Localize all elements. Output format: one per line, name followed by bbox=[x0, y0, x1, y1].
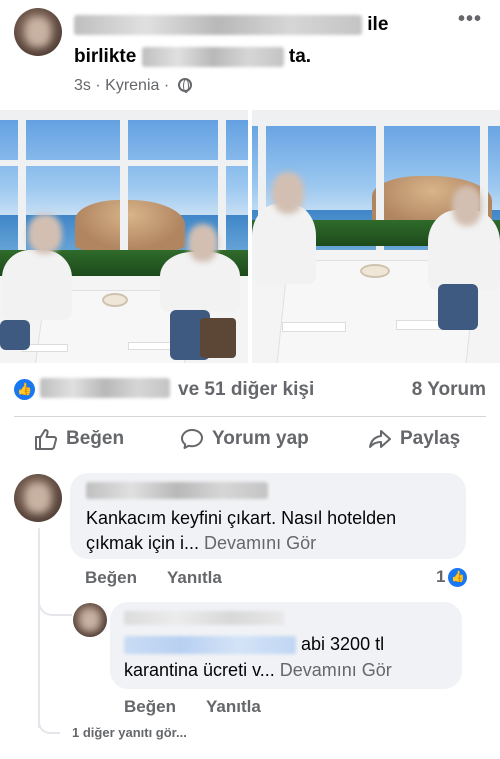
redacted-replier-name[interactable] bbox=[124, 611, 284, 625]
header-end: ta. bbox=[288, 46, 312, 67]
reply-line1: abi 3200 tl bbox=[301, 634, 385, 654]
photo-bag bbox=[200, 318, 236, 358]
post-photo-right[interactable] bbox=[252, 110, 500, 363]
header-ile: ile bbox=[367, 14, 389, 35]
photo-jeans bbox=[438, 284, 478, 330]
photo-person bbox=[2, 250, 72, 320]
share-button[interactable]: Paylaş bbox=[368, 428, 460, 450]
photo-frame bbox=[120, 110, 128, 250]
thread-connector bbox=[38, 714, 60, 734]
comment-label: Yorum yap bbox=[212, 428, 309, 449]
photo-person bbox=[252, 204, 316, 284]
comment-button[interactable]: Yorum yap bbox=[180, 428, 309, 450]
meta-separator: · bbox=[95, 77, 101, 94]
share-label: Paylaş bbox=[400, 428, 461, 449]
reply-reply-button[interactable]: Yanıtla bbox=[206, 697, 261, 717]
comment-reply-button[interactable]: Yanıtla bbox=[167, 568, 222, 588]
see-more-link[interactable]: Devamını Gör bbox=[280, 660, 392, 680]
post-photo-left[interactable] bbox=[0, 110, 248, 363]
comment-like-count[interactable]: 1 👍 bbox=[436, 567, 468, 587]
thread-connector bbox=[38, 590, 72, 616]
photo-frame bbox=[18, 110, 26, 250]
redacted-mention[interactable] bbox=[124, 636, 296, 655]
post-meta: 3s · Kyrenia · bbox=[74, 77, 192, 95]
like-label: Beğen bbox=[66, 428, 125, 449]
meta-separator-2: · bbox=[163, 77, 170, 94]
reply-line2: karantina ücreti v... bbox=[124, 660, 275, 680]
comment-like-button[interactable]: Beğen bbox=[85, 568, 137, 588]
photo-jeans bbox=[0, 320, 30, 350]
redacted-reactor-names bbox=[40, 378, 170, 398]
like-button[interactable]: Beğen bbox=[34, 428, 124, 450]
photo-rocks bbox=[75, 200, 185, 250]
more-options-icon[interactable]: ••• bbox=[458, 8, 482, 31]
globe-icon bbox=[177, 78, 192, 93]
like-icon bbox=[35, 429, 58, 450]
photo-plate bbox=[360, 264, 390, 278]
photo-napkin bbox=[128, 342, 176, 350]
reply-bubble: abi 3200 tl karantina ücreti v... Devamı… bbox=[110, 602, 462, 689]
see-more-link[interactable]: Devamını Gör bbox=[204, 533, 316, 553]
post-header-line2: birlikte ta. bbox=[74, 46, 311, 68]
post-location[interactable]: Kyrenia bbox=[105, 77, 159, 94]
reaction-names[interactable] bbox=[40, 378, 170, 398]
thread-line bbox=[38, 528, 40, 728]
comment-text: Kankacım keyfini çıkart. Nasıl hotelden … bbox=[86, 506, 458, 556]
reaction-count-text[interactable]: ve 51 diğer kişi bbox=[178, 379, 314, 401]
post-time[interactable]: 3s bbox=[74, 77, 91, 94]
divider bbox=[14, 416, 486, 417]
comment-bubble: Kankacım keyfini çıkart. Nasıl hotelden … bbox=[70, 473, 466, 559]
blurred-face bbox=[452, 186, 482, 226]
comment-count[interactable]: 8 Yorum bbox=[412, 379, 486, 401]
like-thumb-icon[interactable]: 👍 bbox=[14, 379, 35, 400]
blurred-face bbox=[272, 172, 304, 214]
comment-icon bbox=[181, 429, 203, 449]
redacted-location-name[interactable] bbox=[141, 46, 284, 67]
photo-napkin bbox=[282, 322, 346, 332]
post-header-line1: ile bbox=[74, 14, 388, 36]
reply-like-button[interactable]: Beğen bbox=[124, 697, 176, 717]
redacted-commenter-name[interactable] bbox=[86, 482, 268, 499]
share-arrow-icon bbox=[369, 430, 391, 448]
photo-frame bbox=[0, 160, 248, 166]
author-avatar[interactable] bbox=[14, 8, 62, 56]
redacted-author-names[interactable] bbox=[74, 14, 362, 35]
photo-plate bbox=[102, 293, 128, 307]
photo-frame bbox=[218, 110, 226, 260]
replier-avatar[interactable] bbox=[73, 603, 107, 637]
commenter-avatar[interactable] bbox=[14, 474, 62, 522]
like-thumb-icon: 👍 bbox=[448, 567, 468, 587]
blurred-face bbox=[28, 214, 62, 254]
more-replies-link[interactable]: 1 diğer yanıtı gör... bbox=[72, 725, 187, 740]
header-with: birlikte bbox=[74, 46, 137, 67]
reply-text: abi 3200 tl karantina ücreti v... Devamı… bbox=[124, 631, 454, 683]
like-count-value: 1 bbox=[436, 567, 446, 586]
blurred-face bbox=[188, 224, 218, 262]
